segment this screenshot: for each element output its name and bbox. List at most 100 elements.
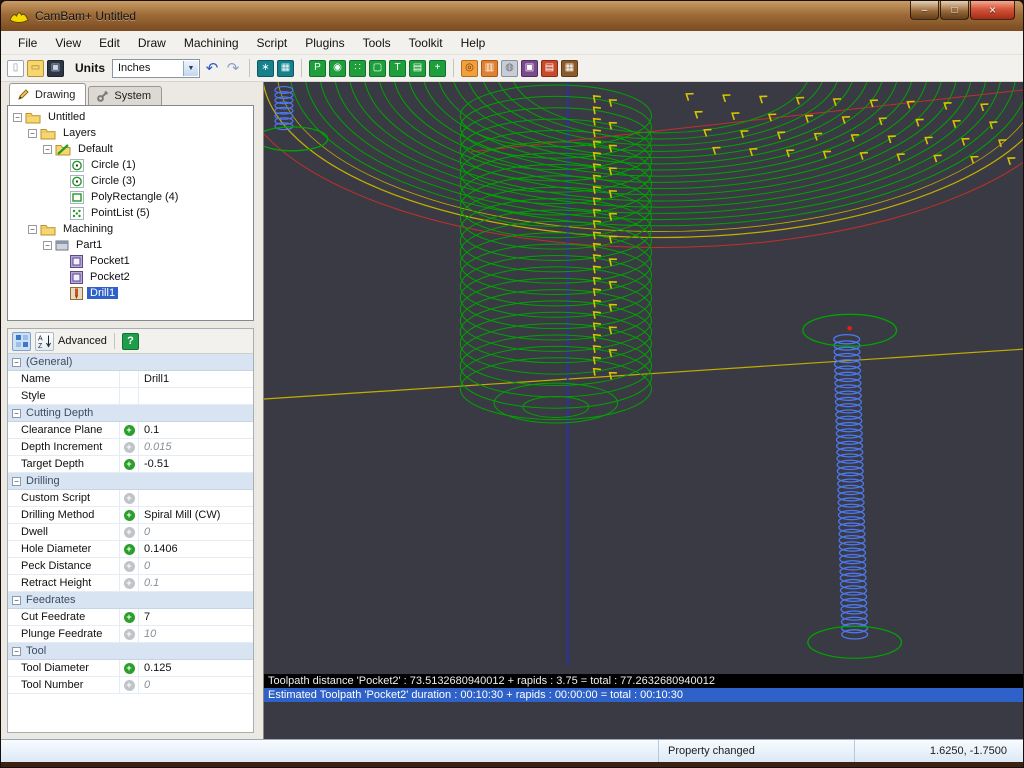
tree-item-label[interactable]: Layers xyxy=(60,127,99,139)
expand-value-icon[interactable]: + xyxy=(124,663,135,674)
expand-value-icon[interactable]: + xyxy=(124,544,135,555)
tree-collapse-icon[interactable]: − xyxy=(28,129,37,138)
tree-item-label[interactable]: Untitled xyxy=(45,111,88,123)
section-collapse-icon[interactable]: − xyxy=(12,477,21,486)
property-section-general[interactable]: −(General) xyxy=(8,354,253,371)
property-section-drilling[interactable]: −Drilling xyxy=(8,473,253,490)
expand-value-icon[interactable]: + xyxy=(124,425,135,436)
tree-item-pocket1[interactable]: Pocket1 xyxy=(8,253,253,269)
property-row-name[interactable]: NameDrill1 xyxy=(8,371,253,388)
tree-item-polyrectangle-4[interactable]: PolyRectangle (4) xyxy=(8,189,253,205)
sort-alphabetical-icon[interactable]: AZ xyxy=(35,332,54,351)
section-collapse-icon[interactable]: − xyxy=(12,409,21,418)
property-row-target-depth[interactable]: Target Depth+-0.51 xyxy=(8,456,253,473)
section-collapse-icon[interactable]: − xyxy=(12,647,21,656)
save-icon[interactable]: ▣ xyxy=(47,60,64,77)
property-value[interactable]: Spiral Mill (CW) xyxy=(139,507,253,523)
property-row-tool-diameter[interactable]: Tool Diameter+0.125 xyxy=(8,660,253,677)
property-value[interactable] xyxy=(139,388,253,404)
menu-tools[interactable]: Tools xyxy=(354,33,400,53)
property-row-depth-increment[interactable]: Depth Increment+0.015 xyxy=(8,439,253,456)
tree-item-drill1[interactable]: Drill1 xyxy=(8,285,253,301)
draw-transform-icon[interactable]: + xyxy=(429,60,446,77)
tree-collapse-icon[interactable]: − xyxy=(43,145,52,154)
property-section-cutting-depth[interactable]: −Cutting Depth xyxy=(8,405,253,422)
default-value-icon[interactable]: + xyxy=(124,680,135,691)
menu-file[interactable]: File xyxy=(9,33,46,53)
expand-value-icon[interactable]: + xyxy=(124,510,135,521)
units-combo[interactable]: Inches▼ xyxy=(112,59,200,78)
property-row-cut-feedrate[interactable]: Cut Feedrate+7 xyxy=(8,609,253,626)
tree-item-label[interactable]: Default xyxy=(75,143,116,155)
property-row-peck-distance[interactable]: Peck Distance+0 xyxy=(8,558,253,575)
new-file-icon[interactable]: ▯ xyxy=(7,60,24,77)
view-axes-icon[interactable]: ∗ xyxy=(257,60,274,77)
minimize-button[interactable]: – xyxy=(910,1,939,20)
menu-draw[interactable]: Draw xyxy=(129,33,175,53)
property-value[interactable]: 0.1 xyxy=(139,575,253,591)
property-value[interactable]: 0.125 xyxy=(139,660,253,676)
tree-item-label[interactable]: Circle (1) xyxy=(88,159,139,171)
property-row-clearance-plane[interactable]: Clearance Plane+0.1 xyxy=(8,422,253,439)
undo-icon[interactable]: ↶ xyxy=(203,60,221,77)
property-row-dwell[interactable]: Dwell+0 xyxy=(8,524,253,541)
property-row-custom-script[interactable]: Custom Script+ xyxy=(8,490,253,507)
machine-pocket-icon[interactable]: ◎ xyxy=(461,60,478,77)
titlebar[interactable]: CamBam+ Untitled – □ × xyxy=(1,1,1023,31)
property-value[interactable]: Drill1 xyxy=(139,371,253,387)
menu-help[interactable]: Help xyxy=(452,33,495,53)
property-value[interactable]: 0.015 xyxy=(139,439,253,455)
draw-polyline-icon[interactable]: P xyxy=(309,60,326,77)
property-value[interactable] xyxy=(139,490,253,506)
advanced-label[interactable]: Advanced xyxy=(58,335,107,347)
property-row-style[interactable]: Style xyxy=(8,388,253,405)
maximize-button[interactable]: □ xyxy=(940,1,969,20)
machine-drill-icon[interactable]: ◍ xyxy=(501,60,518,77)
tree-item-default[interactable]: − Default xyxy=(8,141,253,157)
property-value[interactable]: 0 xyxy=(139,558,253,574)
tree-item-label[interactable]: Drill1 xyxy=(87,287,118,299)
menu-plugins[interactable]: Plugins xyxy=(296,33,353,53)
menu-toolkit[interactable]: Toolkit xyxy=(400,33,452,53)
tree-item-part1[interactable]: −Part1 xyxy=(8,237,253,253)
default-value-icon[interactable]: + xyxy=(124,442,135,453)
menu-machining[interactable]: Machining xyxy=(175,33,248,53)
section-collapse-icon[interactable]: − xyxy=(12,358,21,367)
draw-rectangle-icon[interactable]: ▢ xyxy=(369,60,386,77)
redo-icon[interactable]: ↷ xyxy=(224,60,242,77)
property-row-drilling-method[interactable]: Drilling Method+Spiral Mill (CW) xyxy=(8,507,253,524)
property-row-hole-diameter[interactable]: Hole Diameter+0.1406 xyxy=(8,541,253,558)
tab-drawing[interactable]: Drawing xyxy=(9,83,86,105)
chevron-down-icon[interactable]: ▼ xyxy=(183,61,198,76)
default-value-icon[interactable]: + xyxy=(124,493,135,504)
menu-script[interactable]: Script xyxy=(248,33,297,53)
property-value[interactable]: 10 xyxy=(139,626,253,642)
default-value-icon[interactable]: + xyxy=(124,629,135,640)
property-row-retract-height[interactable]: Retract Height+0.1 xyxy=(8,575,253,592)
section-collapse-icon[interactable]: − xyxy=(12,596,21,605)
generate-gcode-icon[interactable]: ▤ xyxy=(541,60,558,77)
machine-profile-icon[interactable]: ▥ xyxy=(481,60,498,77)
machine-engrave-icon[interactable]: ▣ xyxy=(521,60,538,77)
panel-splitter[interactable] xyxy=(1,321,263,328)
tree-item-label[interactable]: Pocket1 xyxy=(87,255,133,267)
property-value[interactable]: 0.1406 xyxy=(139,541,253,557)
tree-item-label[interactable]: Circle (3) xyxy=(88,175,139,187)
expand-value-icon[interactable]: + xyxy=(124,612,135,623)
tree-collapse-icon[interactable]: − xyxy=(13,113,22,122)
property-value[interactable]: 0.1 xyxy=(139,422,253,438)
close-button[interactable]: × xyxy=(970,1,1015,20)
property-value[interactable]: -0.51 xyxy=(139,456,253,472)
property-section-tool[interactable]: −Tool xyxy=(8,643,253,660)
draw-surface-icon[interactable]: ▤ xyxy=(409,60,426,77)
property-value[interactable]: 0 xyxy=(139,524,253,540)
categorized-view-icon[interactable] xyxy=(12,332,31,351)
property-section-feedrates[interactable]: −Feedrates xyxy=(8,592,253,609)
open-folder-icon[interactable]: ▭ xyxy=(27,60,44,77)
tree-item-pocket2[interactable]: Pocket2 xyxy=(8,269,253,285)
expand-value-icon[interactable]: + xyxy=(124,459,135,470)
property-value[interactable]: 7 xyxy=(139,609,253,625)
tree-collapse-icon[interactable]: − xyxy=(43,241,52,250)
menu-edit[interactable]: Edit xyxy=(90,33,129,53)
draw-text-icon[interactable]: T xyxy=(389,60,406,77)
